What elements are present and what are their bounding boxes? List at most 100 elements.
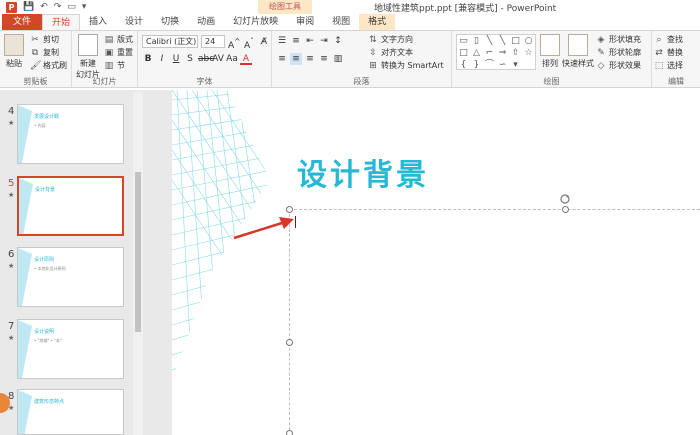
layout-button[interactable]: ▤ 版式	[104, 34, 133, 45]
tab-design[interactable]: 设计	[116, 14, 152, 30]
thumbnail-scroll-thumb[interactable]	[135, 172, 141, 332]
section-button[interactable]: ▥ 节	[104, 60, 125, 71]
copy-label: 复制	[43, 48, 59, 57]
rect2-shape-icon[interactable]: □	[457, 47, 470, 59]
arrange-label: 排列	[542, 59, 558, 68]
replace-button[interactable]: ⇄ 替换	[654, 47, 683, 58]
resize-handle-middle-left[interactable]	[286, 339, 293, 346]
quick-styles-button[interactable]: 快速样式	[562, 34, 594, 69]
shape-fill-button[interactable]: ◈ 形状填充	[596, 34, 641, 45]
line-spacing-icon[interactable]: ↕	[332, 35, 344, 47]
char-spacing-icon[interactable]: AV	[212, 53, 224, 65]
slide-thumbnail-7[interactable]: 7 ★ 设计说明 • "地域" • "本"	[0, 319, 145, 385]
numbering-icon[interactable]: ≡	[290, 35, 302, 47]
change-case-icon[interactable]: Aa	[226, 53, 238, 65]
triangle-shape-icon[interactable]: △	[470, 47, 483, 59]
undo-icon[interactable]: ↶	[40, 1, 48, 13]
save-icon[interactable]: 💾	[23, 1, 34, 13]
tab-insert[interactable]: 插入	[80, 14, 116, 30]
brace-shape-icon[interactable]: {	[457, 59, 470, 71]
text-direction-button[interactable]: ⇅ 文字方向	[368, 34, 413, 45]
tab-format[interactable]: 格式	[359, 14, 396, 30]
tab-review[interactable]: 审阅	[287, 14, 323, 30]
slide-thumbnail-6[interactable]: 6 ★ 设计原则 • 本地化设计原则	[0, 247, 145, 313]
find-button[interactable]: ⌕ 查找	[654, 34, 683, 45]
more-shapes-icon[interactable]: ▾	[509, 59, 522, 71]
decrease-indent-icon[interactable]: ⇤	[304, 35, 316, 47]
underline-icon[interactable]: U	[170, 53, 182, 65]
justify-icon[interactable]: ≡	[318, 53, 330, 65]
replace-icon: ⇄	[655, 47, 663, 58]
textbox-shape-icon[interactable]: ▭	[457, 35, 470, 47]
arrange-icon	[540, 34, 560, 56]
grow-font-icon[interactable]: A^	[228, 36, 240, 51]
columns-icon[interactable]: ▥	[332, 53, 344, 65]
redo-icon[interactable]: ↷	[54, 1, 62, 13]
drawing-group-label: 绘图	[543, 77, 560, 86]
arrow-shape-icon[interactable]: ⇒	[496, 47, 509, 59]
connector-shape-icon[interactable]: ⌐	[483, 47, 496, 59]
cut-label: 剪切	[43, 35, 59, 44]
font-size-dropdown[interactable]: 24	[201, 35, 225, 48]
content-placeholder[interactable]	[289, 209, 700, 435]
resize-handle-bottom-left[interactable]	[286, 430, 293, 435]
resize-handle-top-middle[interactable]	[562, 206, 569, 213]
curve-shape-icon[interactable]: ⌒	[483, 59, 496, 71]
arrange-button[interactable]: 排列	[540, 34, 560, 69]
slides-group-label: 幻灯片	[92, 77, 117, 86]
tab-file[interactable]: 文件	[2, 14, 43, 30]
strikethrough-icon[interactable]: abc	[198, 53, 214, 65]
select-button[interactable]: ⬚ 选择	[654, 60, 683, 71]
shape-outline-button[interactable]: ✎ 形状轮廓	[596, 47, 641, 58]
thumbnail-pattern	[18, 248, 32, 306]
oval-shape-icon[interactable]: ○	[522, 35, 535, 47]
align-center-icon[interactable]: ≡	[290, 53, 302, 65]
paste-button[interactable]: 粘贴	[4, 34, 24, 69]
convert-smartart-button[interactable]: ⊞ 转换为 SmartArt	[368, 60, 443, 71]
customize-qat-icon[interactable]: ▾	[82, 1, 87, 13]
tab-home[interactable]: 开始	[42, 14, 81, 30]
cut-button[interactable]: ✂ 剪切	[30, 34, 59, 45]
resize-handle-top-left[interactable]	[286, 206, 293, 213]
thumbnail-frame-selected: 设计背景	[17, 176, 124, 236]
layout-icon: ▤	[104, 34, 114, 45]
slide-thumbnail-5[interactable]: 5 ★ 设计背景	[0, 176, 145, 242]
slide-thumbnail-4[interactable]: 4 ★ 发展设计概 • 内容	[0, 104, 145, 170]
arrow-shape-icon-2[interactable]: ⇧	[509, 47, 522, 59]
font-color-icon[interactable]: A	[240, 53, 252, 65]
quick-styles-icon	[568, 34, 588, 56]
slide-title[interactable]: 设计背景	[297, 150, 429, 194]
slide-thumbnail-8[interactable]: 8 ★ 建筑形态特点	[0, 389, 145, 435]
textbox-v-shape-icon[interactable]: ▯	[470, 35, 483, 47]
shadow-icon[interactable]: S	[184, 53, 196, 65]
slide-number: 5	[8, 178, 15, 189]
copy-button[interactable]: ⧉ 复制	[30, 47, 59, 58]
tab-view[interactable]: 视图	[323, 14, 359, 30]
clear-format-icon[interactable]: A̸	[258, 36, 270, 48]
shrink-font-icon[interactable]: Aˇ	[243, 36, 255, 51]
align-text-button[interactable]: ⇳ 对齐文本	[368, 47, 413, 58]
italic-icon[interactable]: I	[156, 53, 168, 65]
rect-shape-icon[interactable]: □	[509, 35, 522, 47]
align-right-icon[interactable]: ≡	[304, 53, 316, 65]
format-painter-button[interactable]: 🖌 格式刷	[30, 60, 67, 71]
tab-slideshow[interactable]: 幻灯片放映	[224, 14, 287, 30]
font-name-dropdown[interactable]: Calibri (正文)	[142, 35, 198, 48]
tab-animations[interactable]: 动画	[188, 14, 224, 30]
start-slideshow-icon[interactable]: ▭	[67, 1, 76, 13]
rotate-handle-icon[interactable]	[559, 193, 571, 205]
reset-button[interactable]: ▣ 重置	[104, 47, 133, 58]
line-shape-icon[interactable]: ╲	[483, 35, 496, 47]
curve-shape-icon-2[interactable]: ∽	[496, 59, 509, 71]
increase-indent-icon[interactable]: ⇥	[318, 35, 330, 47]
shape-effects-button[interactable]: ◇ 形状效果	[596, 60, 641, 71]
align-left-icon[interactable]: ≡	[276, 53, 288, 65]
tab-transitions[interactable]: 切换	[152, 14, 188, 30]
bold-icon[interactable]: B	[142, 53, 154, 65]
line-shape-icon-2[interactable]: ╲	[496, 35, 509, 47]
shapes-gallery[interactable]: ▭ ▯ ╲ ╲ □ ○ □ △ ⌐ ⇒ ⇧ ☆ { } ⌒ ∽ ▾	[456, 34, 536, 70]
bullets-icon[interactable]: ☰	[276, 35, 288, 47]
new-slide-button[interactable]: 新建 幻灯片	[76, 34, 100, 80]
brace-shape-icon-2[interactable]: }	[470, 59, 483, 71]
star-shape-icon[interactable]: ☆	[522, 47, 535, 59]
